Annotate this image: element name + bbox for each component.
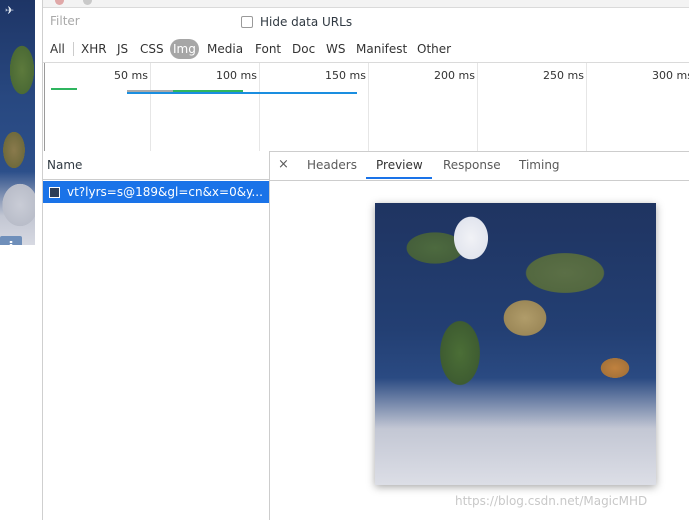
image-file-icon: [49, 187, 60, 198]
grid-line: [586, 63, 587, 151]
top-toolbar-edge: [43, 0, 689, 8]
active-tab-indicator: [366, 177, 432, 179]
filter-input[interactable]: [46, 12, 232, 30]
tick-label: 300 ms: [652, 69, 689, 82]
tab-preview[interactable]: Preview: [376, 158, 423, 172]
tab-response[interactable]: Response: [443, 158, 501, 172]
overview-start-line: [44, 63, 45, 151]
tick-label: 100 ms: [216, 69, 257, 82]
bird-icon: ✈: [5, 4, 15, 17]
request-name: vt?lyrs=s@189&gl=cn&x=0&y...: [67, 185, 263, 199]
clear-icon[interactable]: [83, 0, 92, 5]
detail-tabs: × Headers Preview Response Timing: [270, 151, 689, 181]
type-filter-img[interactable]: Img: [170, 39, 199, 59]
type-filter-css[interactable]: CSS: [137, 39, 167, 59]
page-map-strip: ✈ i: [0, 0, 35, 245]
filter-bar: Hide data URLs: [43, 8, 689, 36]
type-filter-other[interactable]: Other: [414, 39, 454, 59]
timeline-overview[interactable]: 50 ms 100 ms 150 ms 200 ms 250 ms 300 ms: [43, 62, 689, 152]
map-tile-preview-image: [375, 203, 656, 485]
request-row[interactable]: vt?lyrs=s@189&gl=cn&x=0&y...: [43, 181, 269, 203]
type-filter-all[interactable]: All: [47, 39, 68, 59]
grid-line: [477, 63, 478, 151]
timing-bar: [127, 92, 357, 94]
request-list: vt?lyrs=s@189&gl=cn&x=0&y...: [43, 180, 269, 520]
type-filter-js[interactable]: JS: [114, 39, 131, 59]
tick-label: 250 ms: [543, 69, 584, 82]
timing-bar: [51, 88, 77, 90]
tab-headers[interactable]: Headers: [307, 158, 357, 172]
tick-label: 150 ms: [325, 69, 366, 82]
hide-data-urls-label: Hide data URLs: [260, 15, 353, 29]
watermark: https://blog.csdn.net/MagicMHD: [455, 494, 648, 508]
type-filter-xhr[interactable]: XHR: [78, 39, 110, 59]
type-filter-media[interactable]: Media: [204, 39, 246, 59]
resource-type-filter: All XHR JS CSS Img Media Font Doc WS Man…: [43, 38, 689, 62]
grid-line: [368, 63, 369, 151]
hide-data-urls-checkbox[interactable]: [241, 16, 253, 28]
network-panel: Hide data URLs All XHR JS CSS Img Media …: [43, 0, 689, 520]
grid-line: [150, 63, 151, 151]
tab-timing[interactable]: Timing: [519, 158, 560, 172]
type-filter-manifest[interactable]: Manifest: [353, 39, 410, 59]
record-icon[interactable]: [55, 0, 64, 5]
tick-label: 50 ms: [114, 69, 148, 82]
type-filter-divider: [73, 42, 74, 56]
type-filter-font[interactable]: Font: [252, 39, 284, 59]
name-column-header[interactable]: Name: [43, 151, 269, 180]
grid-line: [259, 63, 260, 151]
tick-label: 200 ms: [434, 69, 475, 82]
type-filter-ws[interactable]: WS: [323, 39, 348, 59]
type-filter-doc[interactable]: Doc: [289, 39, 318, 59]
name-header-label: Name: [47, 158, 83, 172]
info-icon[interactable]: i: [0, 236, 22, 245]
preview-pane: [270, 181, 689, 520]
close-icon[interactable]: ×: [278, 157, 289, 172]
